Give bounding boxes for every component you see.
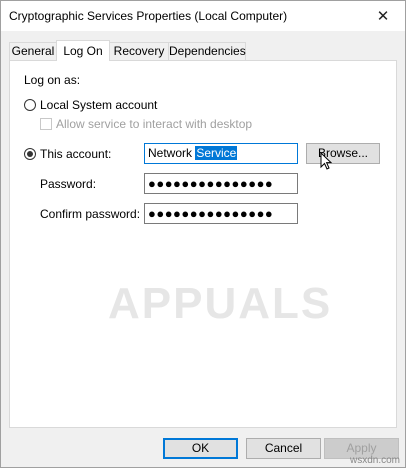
account-name-selection: Service: [195, 146, 238, 160]
browse-button[interactable]: Browse...: [306, 143, 380, 164]
watermark: APPUALS: [108, 279, 333, 328]
log-on-panel: APPUALS Log on as: Local System account …: [9, 60, 397, 428]
cancel-button[interactable]: Cancel: [246, 438, 321, 459]
local-system-radio[interactable]: [24, 99, 36, 111]
tab-dependencies[interactable]: Dependencies: [168, 42, 246, 60]
ok-button[interactable]: OK: [163, 438, 238, 459]
account-name-text: Network: [148, 146, 196, 160]
password-label: Password:: [40, 177, 97, 191]
this-account-radio[interactable]: [24, 148, 36, 160]
window-title: Cryptographic Services Properties (Local…: [9, 9, 288, 23]
tab-recovery[interactable]: Recovery: [109, 42, 169, 60]
close-icon: ✕: [376, 8, 390, 25]
confirm-password-label: Confirm password:: [40, 207, 141, 221]
interact-desktop-label: Allow service to interact with desktop: [56, 117, 253, 131]
account-name-input[interactable]: Network Service: [144, 143, 298, 164]
properties-dialog: Cryptographic Services Properties (Local…: [0, 0, 406, 468]
mouse-pointer-icon: [320, 152, 332, 170]
log-on-as-heading: Log on as:: [24, 73, 81, 87]
interact-desktop-checkbox[interactable]: [40, 118, 52, 130]
tab-log-on[interactable]: Log On: [56, 40, 110, 61]
radio-selected-dot: [27, 151, 33, 157]
this-account-label[interactable]: This account:: [40, 147, 111, 161]
confirm-password-input[interactable]: ●●●●●●●●●●●●●●●: [144, 203, 298, 224]
site-watermark: wsxdn.com: [349, 455, 400, 466]
tab-general[interactable]: General: [9, 42, 57, 60]
local-system-label[interactable]: Local System account: [40, 98, 157, 112]
password-input[interactable]: ●●●●●●●●●●●●●●●: [144, 173, 298, 194]
close-button[interactable]: ✕: [361, 1, 405, 31]
title-bar: Cryptographic Services Properties (Local…: [1, 1, 405, 31]
